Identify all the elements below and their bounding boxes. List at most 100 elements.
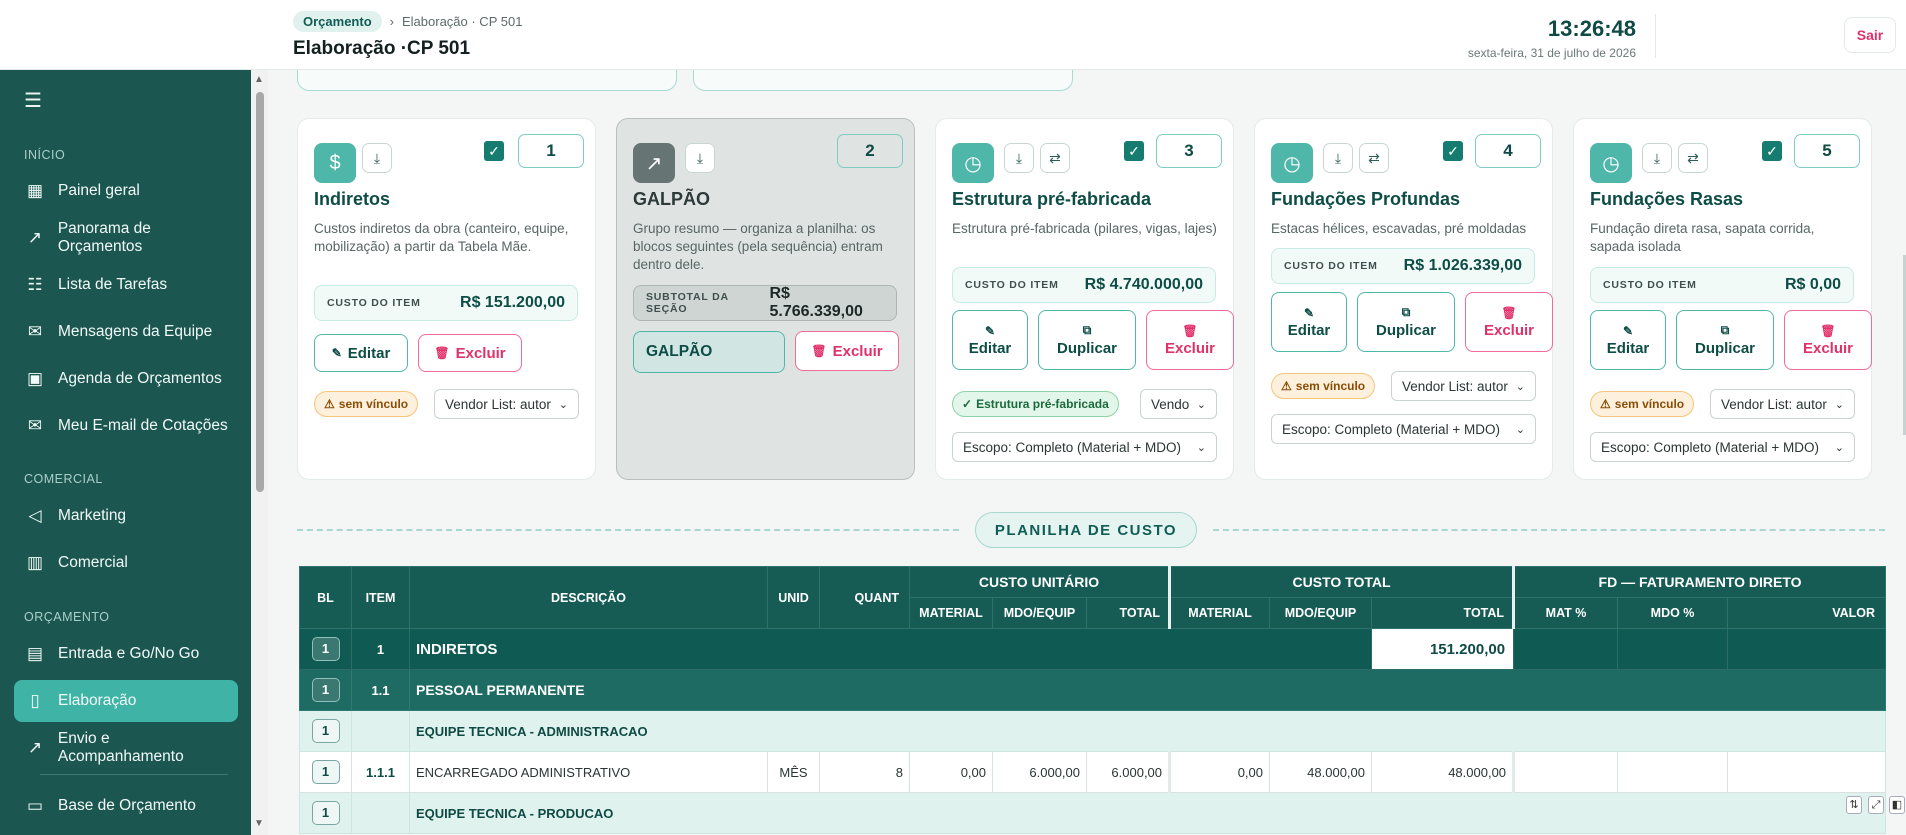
card-order-input[interactable]: 3	[1156, 134, 1222, 168]
sidebar-item-entrada[interactable]: ▤ Entrada e Go/No Go	[14, 633, 238, 675]
move-down-button[interactable]: ⤓	[1642, 143, 1672, 173]
link-status-tag: ⚠ sem vínculo	[314, 391, 419, 417]
expand-icon[interactable]: ⤢	[1868, 796, 1884, 814]
sidebar-item-marketing[interactable]: ◁ Marketing	[14, 495, 238, 537]
col-u-mdo: MDO/EQUIP	[992, 597, 1087, 629]
sidebar-item-comercial[interactable]: ▥ Comercial	[14, 542, 238, 584]
chevron-down-icon: ⌄	[1196, 398, 1206, 411]
sidebar-item-agenda[interactable]: ▣ Agenda de Orçamentos	[14, 358, 238, 400]
sidebar-item-label: Envio e Acompanhamento	[57, 730, 184, 765]
sidebar-item-label: Agenda de Orçamentos	[58, 370, 222, 387]
duplicate-button[interactable]: ⧉ Duplicar	[1038, 310, 1136, 370]
delete-button[interactable]: 🗑 Excluir	[1146, 310, 1234, 370]
cost-value: R$ 151.200,00	[460, 294, 565, 311]
bl-badge[interactable]: 1	[311, 637, 340, 661]
bl-badge[interactable]: 1	[311, 760, 340, 784]
sort-toggle-icon[interactable]: ⇅	[1846, 796, 1862, 814]
block-card-fundacoes-rasas[interactable]: ◷ ⤓ ⇄ ✓ 5 Fundações Rasas Fundação diret…	[1573, 118, 1872, 480]
card-order-input[interactable]: 5	[1794, 134, 1860, 168]
sidebar-item-painel-geral[interactable]: ▦ Painel geral	[14, 170, 238, 212]
table-row[interactable]: 1 1.1 PESSOAL PERMANENTE	[299, 669, 1887, 711]
sidebar-item-mensagens[interactable]: ✉ Mensagens da Equipe	[14, 311, 238, 353]
card-checkbox[interactable]: ✓	[1124, 141, 1144, 161]
clipboard-icon: ▯	[30, 691, 40, 710]
group-name-input[interactable]: GALPÃO	[633, 331, 785, 373]
move-down-button[interactable]: ⤓	[1323, 143, 1353, 173]
edit-button[interactable]: ✎ Editar	[952, 310, 1028, 370]
duplicate-button[interactable]: ⧉ Duplicar	[1676, 310, 1774, 370]
clock-icon: ◷	[952, 143, 994, 183]
chevron-down-icon: ⌄	[1196, 441, 1206, 454]
cost-box: CUSTO DO ITEM R$ 0,00	[1590, 267, 1854, 303]
table-row[interactable]: 1 1.1.1 ENCARREGADO ADMINISTRATIVO MÊS 8…	[299, 751, 1887, 793]
scope-select[interactable]: Escopo: Completo (Material + MDO) ⌄	[1590, 432, 1855, 462]
card-order-input[interactable]: 1	[518, 134, 584, 168]
move-down-button[interactable]: ⤓	[1004, 143, 1034, 173]
bl-badge[interactable]: 1	[311, 678, 340, 702]
edit-button[interactable]: ✎ Editar	[1590, 310, 1666, 370]
table-row[interactable]: 1 EQUIPE TECNICA - PRODUCAO	[299, 792, 1887, 834]
move-down-button[interactable]: ⤓	[362, 143, 392, 173]
block-card-estrutura[interactable]: ◷ ⤓ ⇄ ✓ 3 Estrutura pré-fabricada Estrut…	[935, 118, 1234, 480]
bl-badge[interactable]: 1	[311, 719, 340, 743]
swap-button[interactable]: ⇄	[1359, 143, 1389, 173]
delete-button[interactable]: 🗑 Excluir	[1784, 310, 1872, 370]
col-mdo-pct: MDO %	[1617, 597, 1729, 629]
sidebar-scrollbar[interactable]: ▲ ▼	[251, 70, 268, 835]
sidebar-item-panorama[interactable]: ↗ Panorama de Orçamentos	[14, 217, 238, 259]
swap-button[interactable]: ⇄	[1678, 143, 1708, 173]
edit-button[interactable]: ✎ Editar	[314, 334, 408, 372]
sidebar-scroll-thumb[interactable]	[256, 92, 264, 492]
breadcrumb-orcamento[interactable]: Orçamento	[293, 11, 382, 32]
move-down-button[interactable]: ⤓	[685, 143, 715, 173]
delete-button[interactable]: 🗑 Excluir	[418, 334, 522, 372]
cost-label: CUSTO DO ITEM	[1284, 260, 1378, 272]
tag-label: sem vínculo	[338, 397, 409, 411]
panel-toggle-icon[interactable]: ◧	[1889, 796, 1905, 814]
col-t-material: MATERIAL	[1168, 597, 1271, 629]
top-bar: Orçamento › Elaboração · CP 501 Elaboraç…	[0, 0, 1906, 70]
block-card-indiretos[interactable]: $ ⤓ ✓ 1 Indiretos Custos indiretos da ob…	[297, 118, 596, 480]
scroll-down-icon[interactable]: ▼	[254, 818, 264, 829]
vendor-list-select[interactable]: Vendo ⌄	[1140, 389, 1217, 419]
cell-bl: 1	[299, 792, 352, 834]
card-checkbox[interactable]: ✓	[1762, 141, 1782, 161]
scroll-up-icon[interactable]: ▲	[254, 74, 264, 85]
select-value: Vendor List: autor	[445, 396, 551, 412]
card-order-input[interactable]: 2	[837, 134, 903, 168]
delete-button[interactable]: 🗑 Excluir	[1465, 292, 1553, 352]
vendor-list-select[interactable]: Vendor List: autor ⌄	[434, 389, 579, 419]
col-quant: QUANT	[819, 566, 910, 629]
cell-item: 1	[351, 628, 410, 670]
dollar-icon: $	[314, 143, 356, 183]
block-card-galpao[interactable]: ↗ ⤓ 2 GALPÃO Grupo resumo — organiza a p…	[616, 118, 915, 480]
duplicate-button[interactable]: ⧉ Duplicar	[1357, 292, 1455, 352]
sidebar-item-label: Marketing	[58, 507, 127, 524]
sidebar-item-elaboracao[interactable]: ▯ Elaboração	[14, 680, 238, 722]
cell-desc: ENCARREGADO ADMINISTRATIVO	[409, 751, 768, 793]
scope-select[interactable]: Escopo: Completo (Material + MDO) ⌄	[1271, 414, 1536, 444]
cost-value: R$ 5.766.339,00	[769, 285, 863, 320]
swap-button[interactable]: ⇄	[1040, 143, 1070, 173]
sidebar-item-email-cotacoes[interactable]: ✉ Meu E-mail de Cotações	[14, 405, 238, 447]
pencil-icon: ✎	[1303, 305, 1315, 320]
card-checkbox[interactable]: ✓	[484, 141, 504, 161]
scope-select[interactable]: Escopo: Completo (Material + MDO) ⌄	[952, 432, 1217, 462]
clock-icon: ◷	[1590, 143, 1632, 183]
card-order-input[interactable]: 4	[1475, 134, 1541, 168]
menu-toggle-icon[interactable]: ☰	[24, 88, 42, 113]
breadcrumb: Orçamento › Elaboração · CP 501	[293, 11, 522, 32]
card-checkbox[interactable]: ✓	[1443, 141, 1463, 161]
block-card-fundacoes-profundas[interactable]: ◷ ⤓ ⇄ ✓ 4 Fundações Profundas Estacas hé…	[1254, 118, 1553, 480]
delete-button[interactable]: 🗑 Excluir	[795, 331, 899, 371]
sidebar-item-tarefas[interactable]: ☷ Lista de Tarefas	[14, 264, 238, 306]
bl-badge[interactable]: 1	[311, 801, 340, 825]
logout-button[interactable]: Sair	[1844, 17, 1896, 53]
table-row[interactable]: 1 EQUIPE TECNICA - ADMINISTRACAO	[299, 710, 1887, 752]
vendor-list-select[interactable]: Vendor List: autor ⌄	[1391, 371, 1536, 401]
vendor-list-select[interactable]: Vendor List: autor ⌄	[1710, 389, 1855, 419]
table-row[interactable]: 1 1 INDIRETOS 151.200,00	[299, 628, 1887, 670]
edit-button[interactable]: ✎ Editar	[1271, 292, 1347, 352]
sidebar-item-envio[interactable]: ↗ Envio e Acompanhamento	[14, 727, 238, 769]
sidebar-item-base[interactable]: ▭ Base de Orçamento	[14, 785, 238, 827]
